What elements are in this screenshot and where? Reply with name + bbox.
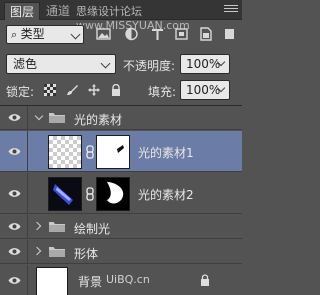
filter-kind-label: 类型 xyxy=(20,27,45,41)
link-icon[interactable] xyxy=(86,145,94,159)
chevron-down-icon xyxy=(100,58,111,69)
smart-object-filter-icon[interactable] xyxy=(198,27,213,41)
fill-value: 100% xyxy=(186,83,221,97)
tab-layers[interactable]: 图层 xyxy=(4,2,40,20)
chevron-down-icon xyxy=(70,29,81,40)
lock-label: 锁定: xyxy=(6,85,35,99)
layer-light-material-2[interactable]: 光的素材2 xyxy=(0,173,242,214)
lock-pixels-icon[interactable] xyxy=(66,84,78,96)
shape-filter-icon[interactable] xyxy=(174,27,189,41)
folder-icon xyxy=(49,113,65,123)
lock-position-icon[interactable] xyxy=(88,84,100,96)
folder-icon xyxy=(49,222,65,232)
layer-thumbnail[interactable] xyxy=(48,177,82,211)
layer-group-draw-light[interactable]: 绘制光 xyxy=(0,215,242,239)
eye-icon[interactable] xyxy=(8,189,21,198)
eye-icon[interactable] xyxy=(8,113,21,122)
blend-mode-select[interactable]: 滤色 xyxy=(6,54,116,74)
layer-mask-thumbnail[interactable] xyxy=(96,177,130,211)
image-filter-icon[interactable] xyxy=(96,27,111,41)
link-icon[interactable] xyxy=(86,187,94,201)
layer-group-light-material[interactable]: 光的素材 xyxy=(0,106,242,130)
panel-menu-icon[interactable] xyxy=(224,5,238,15)
layer-light-material-1[interactable]: 光的素材1 xyxy=(0,131,242,172)
opacity-value: 100% xyxy=(186,57,221,71)
layer-background[interactable]: 背景 UiBQ.cn xyxy=(0,265,242,295)
lock-transparency-icon[interactable] xyxy=(44,84,56,96)
text-filter-icon[interactable] xyxy=(150,27,165,41)
layer-name: 光的素材 xyxy=(74,113,123,127)
layer-filter-row: ⌕ 类型 xyxy=(0,22,242,46)
lock-all-icon[interactable] xyxy=(110,84,122,96)
layers-list: 光的素材 光的素材1 光的素材2 绘制光 形体 背景 UiBQ.cn xyxy=(0,105,242,295)
filter-kind-select[interactable]: ⌕ 类型 xyxy=(6,25,84,44)
fill-field[interactable]: 100% xyxy=(180,80,230,100)
layer-name: 背景 xyxy=(78,275,103,289)
folder-icon xyxy=(49,247,65,257)
opacity-field[interactable]: 100% xyxy=(180,54,230,74)
blend-mode-value: 滤色 xyxy=(13,57,38,71)
eye-icon[interactable] xyxy=(8,147,21,156)
eye-icon[interactable] xyxy=(8,276,21,285)
chevron-right-icon[interactable] xyxy=(32,221,42,231)
watermark-text: UiBQ.cn xyxy=(106,273,150,286)
layer-name: 光的素材2 xyxy=(138,188,194,202)
light-image-icon xyxy=(53,184,73,205)
search-icon: ⌕ xyxy=(11,28,21,41)
lock-row: 锁定: 填充: 100% xyxy=(0,79,242,101)
layer-mask-thumbnail[interactable] xyxy=(96,135,130,169)
fill-label: 填充: xyxy=(148,85,177,99)
filter-toggle-icon[interactable] xyxy=(222,27,237,41)
eye-icon[interactable] xyxy=(8,247,21,256)
layer-name: 绘制光 xyxy=(74,222,111,236)
layer-name: 形体 xyxy=(74,247,99,261)
layer-group-form[interactable]: 形体 xyxy=(0,240,242,264)
blend-row: 滤色 不透明度: 100% xyxy=(0,52,242,76)
mask-shape-icon xyxy=(107,182,124,204)
chevron-right-icon[interactable] xyxy=(32,246,42,256)
layer-name: 光的素材1 xyxy=(138,146,194,160)
lock-icon xyxy=(201,274,209,286)
eye-icon[interactable] xyxy=(8,222,21,231)
layer-thumbnail[interactable] xyxy=(48,135,82,169)
opacity-label: 不透明度: xyxy=(123,59,176,73)
adjustment-filter-icon[interactable] xyxy=(124,27,139,41)
tab-channels[interactable]: 通道 xyxy=(46,2,70,20)
layer-thumbnail[interactable] xyxy=(36,267,68,295)
panel-tab-bar: 图层 通道 思缘设计论坛 www.MISSYUAN.com xyxy=(0,0,242,32)
chevron-down-icon[interactable] xyxy=(34,111,44,121)
mask-shape-icon xyxy=(117,145,124,153)
